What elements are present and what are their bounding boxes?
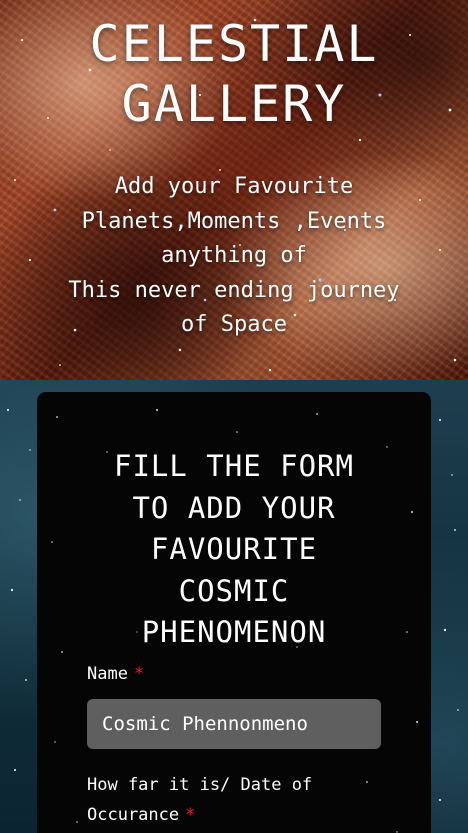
- page: CELESTIAL GALLERY Add your Favourite Pla…: [0, 0, 468, 833]
- page-title: CELESTIAL GALLERY: [89, 15, 379, 133]
- required-asterisk: *: [133, 664, 145, 684]
- page-subtitle: Add your Favourite Planets,Moments ,Even…: [68, 174, 400, 337]
- required-asterisk: *: [185, 805, 196, 825]
- distance-date-field-label: How far it is/ Date of Occurance *: [87, 770, 387, 830]
- name-input[interactable]: [87, 699, 381, 749]
- distance-date-label-text: How far it is/ Date of Occurance: [87, 775, 313, 825]
- name-field-label: Name *: [87, 659, 144, 689]
- add-phenomenon-form: FILL THE FORM TO ADD YOUR FAVOURITE COSM…: [37, 392, 431, 833]
- hero-banner: CELESTIAL GALLERY Add your Favourite Pla…: [0, 0, 468, 380]
- name-label-text: Name: [87, 664, 128, 684]
- form-heading: FILL THE FORM TO ADD YOUR FAVOURITE COSM…: [114, 449, 354, 649]
